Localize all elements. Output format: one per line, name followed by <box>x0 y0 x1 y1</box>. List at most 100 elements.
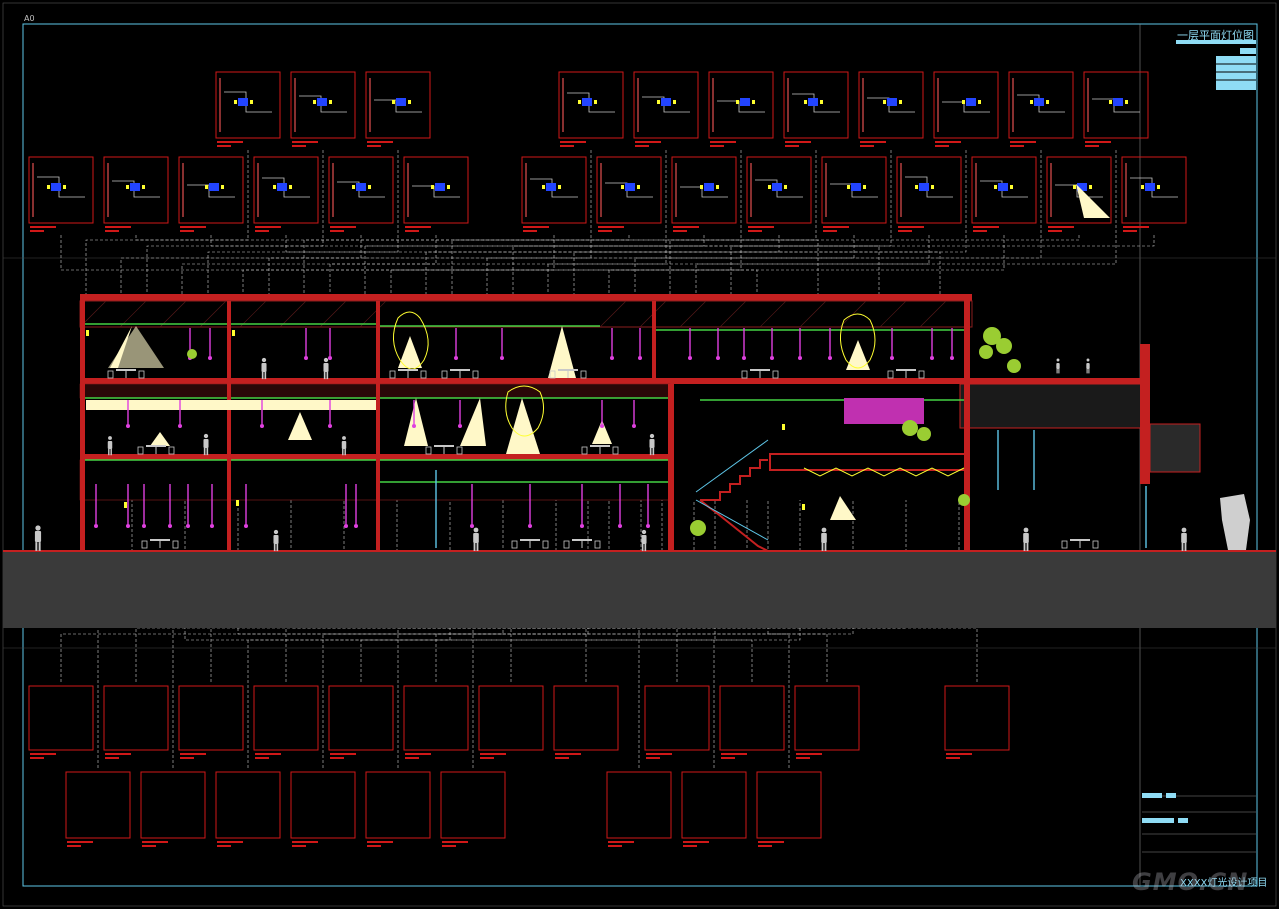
pendant-light-icon <box>208 328 212 360</box>
detail-box <box>328 156 394 232</box>
detail-box <box>290 771 356 847</box>
detail-box <box>756 771 822 847</box>
detail-box <box>215 771 281 847</box>
pendant-light-icon <box>500 328 504 360</box>
detail-box <box>440 771 506 847</box>
detail-box <box>596 156 662 232</box>
pendant-light-icon <box>528 484 532 528</box>
table-set <box>107 369 145 379</box>
table-set <box>563 539 601 549</box>
detail-box <box>719 685 785 759</box>
pendant-light-icon <box>716 328 720 360</box>
detail-box <box>933 71 999 147</box>
watermark: GMO.CN <box>1132 868 1249 896</box>
person-silhouette-icon <box>821 527 827 551</box>
table-set <box>741 369 779 379</box>
person-silhouette-icon <box>34 525 42 551</box>
pendant-light-icon <box>618 484 622 528</box>
pendant-light-icon <box>470 484 474 528</box>
detail-box <box>783 71 849 147</box>
cad-drawing-canvas <box>2 2 1277 907</box>
person-silhouette-icon <box>1086 358 1090 374</box>
pendant-light-icon <box>580 484 584 528</box>
detail-box <box>521 156 587 232</box>
detail-box <box>1083 71 1149 147</box>
table-set <box>141 539 179 549</box>
person-silhouette-icon <box>473 527 479 551</box>
pendant-light-icon <box>304 328 308 360</box>
detail-box <box>178 685 244 759</box>
pendant-light-icon <box>328 328 332 360</box>
pendant-light-icon <box>950 328 954 360</box>
table-set <box>137 445 175 455</box>
detail-box <box>708 71 774 147</box>
table-set <box>389 369 427 379</box>
pendant-light-icon <box>210 484 214 528</box>
detail-box <box>553 685 619 759</box>
detail-box <box>365 771 431 847</box>
detail-box <box>1121 156 1187 232</box>
pendant-light-icon <box>454 328 458 360</box>
pendant-light-icon <box>168 484 172 528</box>
detail-box <box>896 156 962 232</box>
detail-box <box>644 685 710 759</box>
pendant-light-icon <box>638 328 642 360</box>
pendant-light-icon <box>344 484 348 528</box>
detail-box <box>103 685 169 759</box>
pendant-light-icon <box>142 484 146 528</box>
detail-box <box>28 156 94 232</box>
pendant-light-icon <box>742 328 746 360</box>
table-set <box>1061 539 1099 549</box>
drawing-title: 一层平面灯位图 <box>1177 29 1254 42</box>
detail-box <box>253 685 319 759</box>
pendant-light-icon <box>770 328 774 360</box>
person-silhouette-icon <box>273 529 279 552</box>
detail-box <box>403 156 469 232</box>
person-silhouette-icon <box>1023 527 1029 551</box>
detail-box <box>215 71 281 147</box>
detail-box <box>28 685 94 759</box>
detail-box <box>944 685 1010 759</box>
pendant-light-icon <box>94 484 98 528</box>
person-silhouette-icon <box>1056 358 1060 374</box>
person-silhouette-icon <box>1181 527 1187 551</box>
pendant-light-icon <box>798 328 802 360</box>
person-silhouette-icon <box>323 357 329 380</box>
detail-box <box>140 771 206 847</box>
detail-box <box>558 71 624 147</box>
pendant-light-icon <box>930 328 934 360</box>
sculpture <box>1220 494 1250 550</box>
pendant-light-icon <box>458 400 462 428</box>
pendant-light-icon <box>244 484 248 528</box>
detail-box <box>671 156 737 232</box>
detail-box <box>971 156 1037 232</box>
ground-band <box>3 551 1276 628</box>
detail-box <box>821 156 887 232</box>
detail-box <box>794 685 860 759</box>
table-set <box>581 445 619 455</box>
table-set <box>441 369 479 379</box>
detail-box <box>606 771 672 847</box>
pendant-light-icon <box>610 328 614 360</box>
person-silhouette-icon <box>641 529 647 552</box>
detail-box <box>633 71 699 147</box>
table-set <box>887 369 925 379</box>
detail-box <box>253 156 319 232</box>
table-set <box>425 445 463 455</box>
detail-box <box>178 156 244 232</box>
table-set <box>511 539 549 549</box>
person-silhouette-icon <box>203 433 209 456</box>
person-silhouette-icon <box>261 357 267 380</box>
detail-box <box>681 771 747 847</box>
pendant-light-icon <box>688 328 692 360</box>
sheet-size-label: A0 <box>24 14 35 23</box>
detail-box <box>103 156 169 232</box>
pendant-light-icon <box>632 400 636 428</box>
person-silhouette-icon <box>341 436 347 456</box>
detail-box <box>403 685 469 759</box>
detail-box <box>328 685 394 759</box>
pendant-light-icon <box>354 484 358 528</box>
pendant-light-icon <box>828 328 832 360</box>
detail-box <box>858 71 924 147</box>
detail-box <box>365 71 431 147</box>
